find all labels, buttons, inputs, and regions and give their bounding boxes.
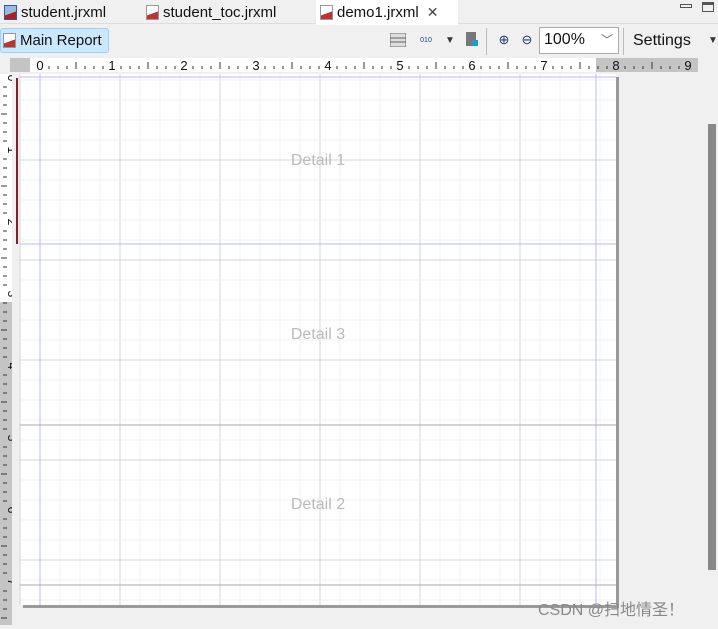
ruler-label: 6 bbox=[468, 58, 475, 72]
band-detail-1[interactable]: Detail 1 bbox=[20, 152, 616, 170]
selected-band-marker bbox=[16, 78, 18, 244]
zoom-value: 100% bbox=[544, 31, 585, 48]
ruler-label: 0 bbox=[5, 75, 12, 82]
settings-button[interactable]: Settings bbox=[633, 32, 691, 50]
vertical-ruler: 0 1 2 3 4 5 6 7 bbox=[0, 74, 19, 628]
preview-icon[interactable] bbox=[463, 31, 481, 49]
ruler-label: 4 bbox=[324, 58, 331, 72]
report-file-icon bbox=[320, 5, 333, 20]
separator bbox=[623, 28, 624, 55]
report-file-icon bbox=[146, 4, 159, 20]
report-canvas[interactable]: Detail 1 Detail 3 Detail 2 bbox=[12, 72, 706, 625]
tab-label: student.jrxml bbox=[21, 3, 107, 21]
tab-label: student_toc.jrxml bbox=[163, 3, 277, 21]
scrollbar-thumb[interactable] bbox=[708, 124, 716, 570]
ruler-label: 3 bbox=[252, 58, 259, 72]
ruler-margin bbox=[0, 302, 12, 625]
report-file-icon bbox=[3, 33, 16, 48]
data-icon[interactable]: 010 bbox=[417, 31, 435, 49]
ruler-label: 5 bbox=[5, 435, 12, 442]
ruler-label: 1 bbox=[5, 147, 12, 154]
tab-student-toc[interactable]: student_toc.jrxml bbox=[142, 0, 280, 24]
ruler-label: 8 bbox=[612, 58, 619, 72]
ruler-label: 9 bbox=[684, 58, 691, 72]
band-detail-3[interactable]: Detail 3 bbox=[20, 326, 616, 344]
band-detail-2[interactable]: Detail 2 bbox=[20, 496, 616, 514]
separator bbox=[486, 28, 487, 55]
horizontal-ruler: 0 1 2 3 4 5 6 7 8 9 bbox=[10, 58, 698, 73]
close-icon[interactable]: ✕ bbox=[427, 4, 439, 21]
maximize-button[interactable] bbox=[702, 2, 714, 12]
ruler-label: 3 bbox=[5, 291, 12, 298]
editor-tabs: student.jrxml student_toc.jrxml demo1.jr… bbox=[0, 0, 718, 25]
vertical-scrollbar[interactable] bbox=[706, 72, 718, 625]
zoom-in-icon[interactable]: ⊕ bbox=[495, 31, 513, 49]
ruler-label: 4 bbox=[5, 363, 12, 370]
ruler-label: 1 bbox=[108, 58, 115, 72]
minimize-button[interactable] bbox=[680, 4, 692, 8]
tab-label: demo1.jrxml bbox=[337, 4, 419, 21]
watermark: CSDN @扫地情圣！ bbox=[538, 602, 685, 619]
settings-dropdown-icon[interactable]: ▼ bbox=[704, 31, 718, 49]
main-report-button[interactable]: Main Report bbox=[0, 28, 109, 53]
bands-icon[interactable] bbox=[389, 31, 407, 49]
ruler-label: 7 bbox=[540, 58, 547, 72]
main-report-label: Main Report bbox=[20, 32, 102, 49]
tab-demo1[interactable]: demo1.jrxml ✕ bbox=[316, 0, 458, 25]
ruler-label: 5 bbox=[396, 58, 403, 72]
ruler-label: 2 bbox=[5, 219, 12, 226]
ruler-label: 2 bbox=[180, 58, 187, 72]
zoom-out-icon[interactable]: ⊖ bbox=[518, 31, 536, 49]
ruler-margin bbox=[596, 58, 698, 72]
dropdown-arrow-icon[interactable]: ▼ bbox=[441, 31, 459, 49]
tab-student[interactable]: student.jrxml bbox=[0, 0, 110, 24]
zoom-select[interactable]: 100% ﹀ bbox=[539, 27, 619, 54]
ruler-label: 6 bbox=[5, 507, 12, 514]
report-file-icon bbox=[4, 4, 17, 20]
ruler-margin bbox=[10, 58, 30, 72]
chevron-down-icon: ﹀ bbox=[600, 33, 613, 47]
toolbar: Main Report 010 ▼ ⊕ ⊖ 100% ﹀ Settings ▼ bbox=[0, 25, 718, 57]
ruler-label: 7 bbox=[5, 579, 12, 586]
ruler-label: 0 bbox=[36, 58, 43, 72]
